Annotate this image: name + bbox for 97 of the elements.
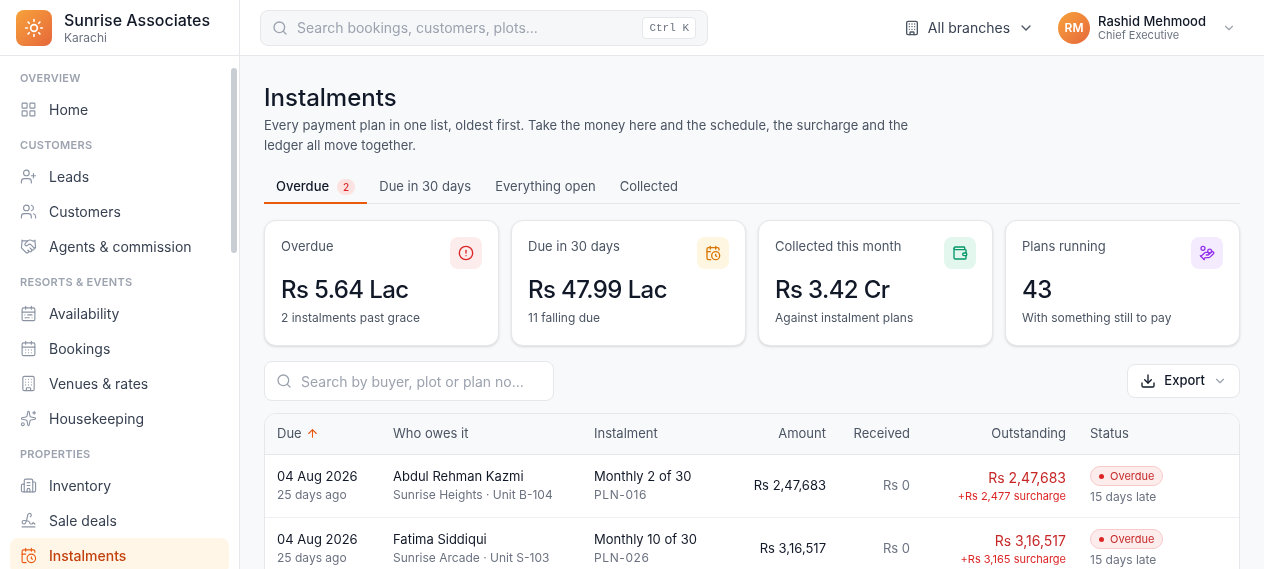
brand-city: Karachi (64, 30, 108, 45)
nav-item[interactable]: Customers (10, 194, 229, 229)
stat-value: Rs 3.42 Cr (775, 275, 891, 305)
stat-note: Against instalment plans (775, 309, 915, 327)
days-late: 15 days late (1090, 551, 1158, 569)
signature-icon (20, 512, 37, 529)
sparkles-icon (20, 410, 37, 427)
received: Rs 0 (882, 539, 910, 556)
outstanding: Rs 2,47,683 (987, 467, 1066, 488)
surcharge: +Rs 2,477 surcharge (956, 487, 1066, 505)
days-late: 15 days late (1090, 488, 1158, 507)
nav-item[interactable]: Agents & commission (10, 229, 229, 264)
outstanding: Rs 3,16,517 (993, 530, 1066, 551)
hand-coins-icon (1199, 245, 1215, 261)
stat-label: Due in 30 days (528, 237, 620, 256)
due-date: 04 Aug 2026 (277, 466, 359, 486)
column-header[interactable]: Instalment (594, 424, 658, 444)
stat-label: Collected this month (775, 237, 902, 256)
column-header[interactable]: Status (1090, 424, 1129, 444)
nav-item[interactable]: Housekeeping (10, 401, 229, 436)
buyer-name: Abdul Rehman Kazmi (393, 466, 525, 486)
stat-note: With something still to pay (1022, 309, 1173, 327)
column-header[interactable]: Outstanding (991, 424, 1066, 444)
wallet-icon (952, 245, 968, 261)
column-header[interactable]: Amount (778, 424, 826, 444)
nav-item[interactable]: Inventory (10, 468, 229, 503)
column-header[interactable]: Received (853, 424, 910, 444)
search-icon (272, 19, 288, 36)
nav-item[interactable]: Home (10, 92, 229, 127)
calendar-clock-icon (20, 547, 37, 564)
handshake-icon (20, 238, 37, 255)
buyer-name: Fatima Siddiqui (393, 529, 488, 549)
unit-location: Sunrise Heights · Unit B-104 (393, 486, 554, 505)
due-ago: 25 days ago (277, 486, 348, 505)
status-badge: Overdue (1090, 529, 1164, 550)
column-header[interactable]: Who owes it (393, 424, 469, 444)
nav-item[interactable]: Bookings (10, 331, 229, 366)
download-icon (1140, 373, 1157, 389)
search-icon (276, 373, 292, 389)
tab[interactable]: Overdue 2 (264, 172, 368, 204)
branch-selector[interactable]: All branches (903, 17, 1035, 38)
column-header[interactable]: Due (277, 424, 319, 444)
brand-name: Sunrise Associates (64, 10, 211, 30)
plan-number: PLN-026 (594, 549, 651, 568)
nav-section-title: PROPERTIES (19, 446, 92, 463)
tab[interactable]: Due in 30 days (367, 172, 484, 204)
nav-item[interactable]: Venues & rates (10, 366, 229, 401)
sun-icon (24, 17, 44, 38)
nav-section-title: CUSTOMERS (19, 137, 94, 154)
plan-number: PLN-016 (594, 486, 649, 505)
calendar-icon (20, 340, 37, 357)
unit-location: Sunrise Arcade · Unit S-103 (393, 549, 551, 568)
user-menu[interactable]: RM Rashid Mehmood Chief Executive (1058, 11, 1236, 44)
stat-value: Rs 5.64 Lac (281, 275, 410, 305)
avatar: RM (1058, 11, 1091, 44)
tab[interactable]: Everything open (483, 172, 608, 204)
nav-item[interactable]: Availability (10, 296, 229, 331)
page-title: Instalments (264, 83, 398, 113)
nav-section-title: RESORTS & EVENTS (19, 274, 134, 291)
stat-value: Rs 47.99 Lac (528, 275, 668, 305)
filter-field[interactable]: Search by buyer, plot or plan no... (264, 361, 554, 401)
stat-label: Plans running (1022, 237, 1106, 256)
nav-item[interactable]: Sale deals (10, 503, 229, 538)
scrollbar[interactable] (231, 68, 237, 253)
building-icon (20, 375, 37, 392)
stat-value: 43 (1022, 275, 1053, 305)
received: Rs 0 (882, 476, 910, 493)
stat-label: Overdue (281, 237, 334, 256)
tab[interactable]: Collected (607, 172, 690, 204)
amount: Rs 2,47,683 (753, 476, 826, 493)
nav-item[interactable]: Leads (10, 159, 229, 194)
instalment-number: Monthly 10 of 30 (594, 529, 698, 549)
user-plus-icon (20, 168, 37, 185)
stat-note: 2 instalments past grace (281, 309, 422, 327)
alert-icon (458, 245, 474, 261)
surcharge: +Rs 3,165 surcharge (959, 550, 1066, 568)
amount: Rs 3,16,517 (759, 539, 826, 556)
sort-arrow-icon (305, 427, 319, 441)
export-button[interactable]: Export (1127, 364, 1240, 398)
due-ago: 25 days ago (277, 549, 348, 568)
nav-section-title: OVERVIEW (19, 70, 82, 87)
page-description: Every payment plan in one list, oldest first. Take the money here and the schedule, the surcharge and the ledger all move together. (264, 116, 910, 155)
user-role: Chief Executive (1098, 28, 1180, 43)
stat-note: 11 falling due (528, 309, 602, 327)
buildings-icon (20, 477, 37, 494)
nav-item[interactable]: Instalments (10, 538, 229, 569)
shortcut-key: Ctrl K (642, 16, 696, 39)
user-name: Rashid Mehmood (1098, 12, 1206, 29)
building-icon (903, 19, 920, 36)
users-icon (20, 203, 37, 220)
due-date: 04 Aug 2026 (277, 529, 359, 549)
instalment-number: Monthly 2 of 30 (594, 466, 693, 486)
status-badge: Overdue (1090, 466, 1164, 487)
calendar-icon (20, 305, 37, 322)
grid-icon (20, 101, 37, 118)
count-badge: 2 (337, 179, 356, 195)
calendar-clock-icon (705, 245, 721, 261)
